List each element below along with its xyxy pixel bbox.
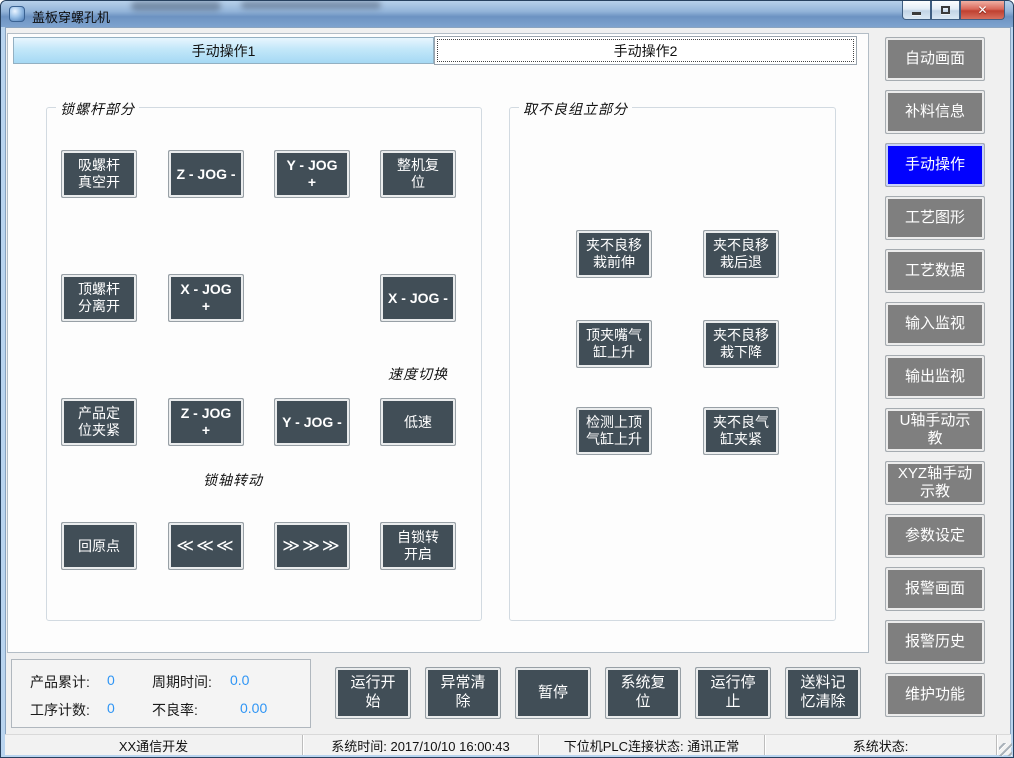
tab-manual-2[interactable]: 手动操作2 xyxy=(434,36,857,65)
x-jog-plus-button[interactable]: X - JOG + xyxy=(168,274,244,322)
clamp-ng-clamp-button[interactable]: 夹不良气 缸夹紧 xyxy=(703,407,779,455)
clamp-ng-backward-button[interactable]: 夹不良移 栽后退 xyxy=(703,230,779,278)
process-count-label: 工序计数: xyxy=(30,700,90,720)
run-stop-button[interactable]: 运行停 止 xyxy=(695,667,771,719)
close-button[interactable]: ✕ xyxy=(960,1,1005,20)
cycle-time-label: 周期时间: xyxy=(152,672,212,692)
z-jog-minus-button[interactable]: Z - JOG - xyxy=(168,150,244,198)
low-speed-button[interactable]: 低速 xyxy=(380,398,456,446)
home-button[interactable]: 回原点 xyxy=(61,522,137,570)
sidebar-item-refill-info[interactable]: 补料信息 xyxy=(885,90,985,134)
product-total-label: 产品累计: xyxy=(30,672,90,692)
tab-manual-1[interactable]: 手动操作1 xyxy=(13,37,434,64)
window-controls: ✕ xyxy=(902,1,1005,20)
pause-button[interactable]: 暂停 xyxy=(515,667,591,719)
speed-switch-label: 速度切换 xyxy=(380,364,456,384)
feed-memory-clear-button[interactable]: 送料记 忆清除 xyxy=(785,667,861,719)
status-company: XX通信开发 xyxy=(5,735,303,755)
group-lock-screw-section: 锁螺杆部分 吸螺杆 真空开 Z - JOG - Y - JOG + 整机复 位 … xyxy=(46,107,482,621)
product-clamp-button[interactable]: 产品定 位夹紧 xyxy=(61,398,137,446)
sidebar-item-process-data[interactable]: 工艺数据 xyxy=(885,249,985,293)
sidebar-item-alarm-screen[interactable]: 报警画面 xyxy=(885,567,985,611)
top-clamp-cylinder-up-button[interactable]: 顶夹嘴气 缸上升 xyxy=(576,320,652,368)
app-icon[interactable] xyxy=(9,6,25,22)
y-jog-minus-button[interactable]: Y - JOG - xyxy=(274,398,350,446)
y-jog-plus-button[interactable]: Y - JOG + xyxy=(274,150,350,198)
status-system-time: 系统时间: 2017/10/10 16:00:43 xyxy=(303,735,539,755)
product-total-value: 0 xyxy=(107,672,115,688)
titlebar-reflection xyxy=(241,1,381,9)
minimize-icon xyxy=(912,12,921,15)
defect-rate-label: 不良率: xyxy=(152,700,198,720)
top-rod-separate-button[interactable]: 顶螺杆 分离开 xyxy=(61,274,137,322)
self-lock-open-button[interactable]: 自锁转 开启 xyxy=(380,522,456,570)
sidebar-item-u-axis-teach[interactable]: U轴手动示 教 xyxy=(885,408,985,452)
rotate-right-button[interactable]: ≫≫≫ xyxy=(274,522,350,570)
clamp-ng-down-button[interactable]: 夹不良移 栽下降 xyxy=(703,320,779,368)
z-jog-plus-button[interactable]: Z - JOG + xyxy=(168,398,244,446)
clamp-ng-forward-button[interactable]: 夹不良移 栽前伸 xyxy=(576,230,652,278)
process-count-value: 0 xyxy=(107,700,115,716)
status-plc-connection: 下位机PLC连接状态: 通讯正常 xyxy=(539,735,765,755)
detect-top-cylinder-up-button[interactable]: 检测上顶 气缸上升 xyxy=(576,407,652,455)
close-icon: ✕ xyxy=(977,3,987,17)
group-reject-assembly-section: 取不良组立部分 夹不良移 栽前伸 夹不良移 栽后退 顶夹嘴气 缸上升 夹不良移 … xyxy=(509,107,836,621)
defect-rate-value: 0.00 xyxy=(240,700,267,716)
machine-reset-button[interactable]: 整机复 位 xyxy=(380,150,456,198)
resize-grip[interactable] xyxy=(999,743,1012,756)
group-reject-assembly-title: 取不良组立部分 xyxy=(519,99,632,119)
sidebar-item-process-graphic[interactable]: 工艺图形 xyxy=(885,196,985,240)
maximize-icon xyxy=(941,6,950,14)
lock-axis-rotate-label: 锁轴转动 xyxy=(183,470,283,490)
app-window: 盖板穿螺孔机 ✕ 手动操作1 手动操作2 锁螺杆部分 吸螺杆 真空开 Z - J… xyxy=(0,0,1014,758)
x-jog-minus-button[interactable]: X - JOG - xyxy=(380,274,456,322)
vacuum-open-button[interactable]: 吸螺杆 真空开 xyxy=(61,150,137,198)
sidebar-item-xyz-axis-teach[interactable]: XYZ轴手动 示教 xyxy=(885,461,985,505)
sidebar-item-output-monitor[interactable]: 输出监视 xyxy=(885,355,985,399)
sidebar-item-auto-screen[interactable]: 自动画面 xyxy=(885,37,985,81)
titlebar-reflection xyxy=(131,1,221,11)
rotate-left-button[interactable]: ≪≪≪ xyxy=(168,522,244,570)
group-lock-screw-title: 锁螺杆部分 xyxy=(56,99,139,119)
sidebar-item-parameter-settings[interactable]: 参数设定 xyxy=(885,514,985,558)
error-clear-button[interactable]: 异常清 除 xyxy=(425,667,501,719)
run-start-button[interactable]: 运行开 始 xyxy=(335,667,411,719)
cycle-time-value: 0.0 xyxy=(230,672,249,688)
title-bar: 盖板穿螺孔机 ✕ xyxy=(1,1,1013,27)
system-reset-button[interactable]: 系统复 位 xyxy=(605,667,681,719)
window-title: 盖板穿螺孔机 xyxy=(32,7,110,26)
sidebar-item-alarm-history[interactable]: 报警历史 xyxy=(885,620,985,664)
counters-panel: 产品累计: 0 周期时间: 0.0 工序计数: 0 不良率: 0.00 xyxy=(11,659,311,728)
status-system-state: 系统状态: xyxy=(765,735,997,755)
minimize-button[interactable] xyxy=(902,1,931,20)
sidebar-item-input-monitor[interactable]: 输入监视 xyxy=(885,302,985,346)
sidebar-item-manual-operation[interactable]: 手动操作 xyxy=(885,143,985,187)
status-bar: XX通信开发 系统时间: 2017/10/10 16:00:43 下位机PLC连… xyxy=(5,734,1011,755)
sidebar-item-maintenance[interactable]: 维护功能 xyxy=(885,673,985,717)
maximize-button[interactable] xyxy=(931,1,960,20)
